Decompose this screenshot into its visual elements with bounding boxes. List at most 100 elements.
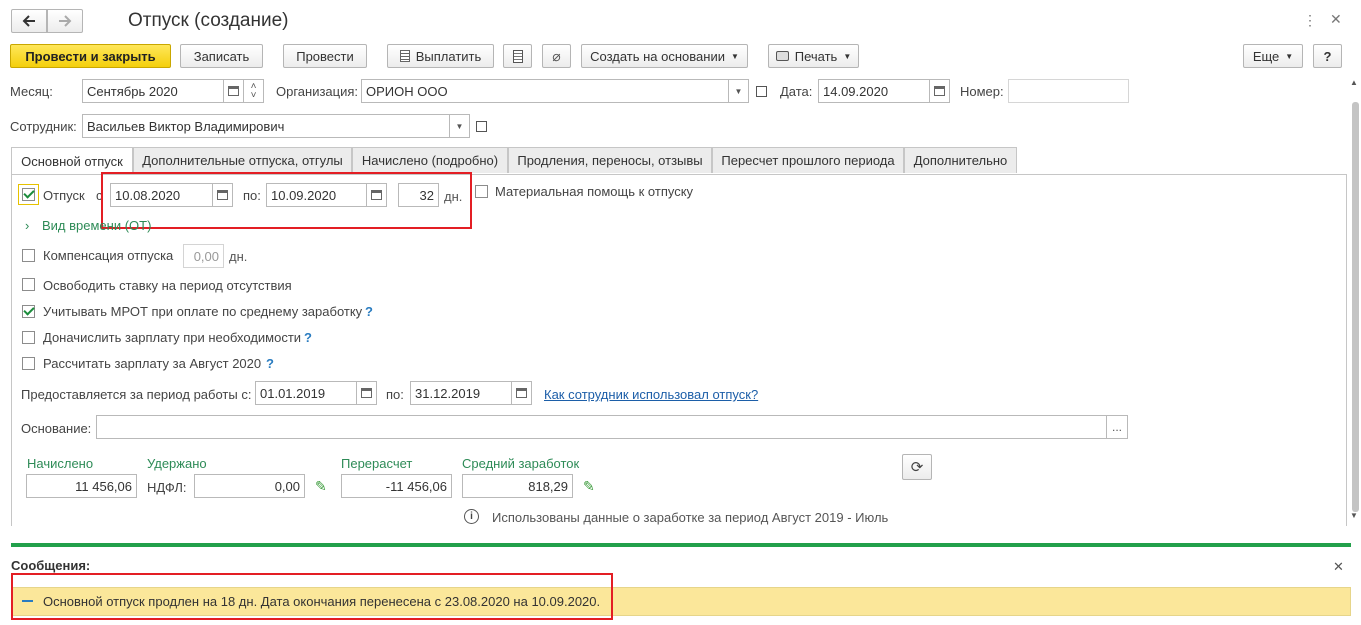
mrot-checkbox[interactable]: [22, 305, 35, 318]
refresh-button[interactable]: ⟳: [902, 454, 932, 480]
calendar-icon: [361, 388, 372, 398]
time-type-link[interactable]: Вид времени (ОТ): [42, 218, 151, 233]
basis-field[interactable]: [96, 415, 1107, 439]
free-rate-checkbox[interactable]: [22, 278, 35, 291]
pay-label: Выплатить: [415, 48, 482, 64]
employee-label: Сотрудник:: [10, 119, 77, 134]
number-field[interactable]: [1008, 79, 1129, 103]
mrot-label: Учитывать МРОТ при оплате по среднему за…: [43, 304, 363, 319]
close-icon[interactable]: ✕: [1330, 11, 1342, 28]
dropdown-arrow-icon: ▼: [455, 121, 464, 131]
print-button[interactable]: Печать ▼: [768, 44, 859, 68]
date-label: Дата:: [780, 84, 813, 99]
basis-select-button[interactable]: ...: [1106, 415, 1128, 439]
vacation-usage-link[interactable]: Как сотрудник использовал отпуск?: [544, 387, 758, 402]
number-label: Номер:: [960, 84, 1004, 99]
attach-button[interactable]: ⌀: [542, 44, 571, 68]
month-stepper[interactable]: ˄ ˅: [243, 79, 264, 103]
avg-earnings-field[interactable]: 818,29: [462, 474, 573, 498]
tab-additional[interactable]: Дополнительно: [904, 147, 1017, 173]
material-help-checkbox[interactable]: [475, 185, 488, 198]
date-field[interactable]: 14.09.2020: [818, 79, 930, 103]
back-button[interactable]: [11, 9, 47, 33]
message-highlight-box: [11, 573, 613, 620]
messages-title: Сообщения:: [11, 558, 91, 573]
calc-salary-checkbox[interactable]: [22, 357, 35, 370]
calendar-icon: [228, 86, 239, 96]
calendar-icon: [516, 388, 527, 398]
save-button[interactable]: Записать: [180, 44, 263, 68]
tab-recalculation[interactable]: Пересчет прошлого периода: [712, 147, 904, 173]
pay-icon: [399, 50, 410, 62]
month-field[interactable]: Сентябрь 2020: [82, 79, 224, 103]
organization-field[interactable]: ОРИОН ООО: [361, 79, 729, 103]
messages-close-icon[interactable]: ✕: [1333, 559, 1344, 575]
create-based-button[interactable]: Создать на основании ▼: [581, 44, 748, 68]
accrued-label: Начислено: [27, 456, 94, 471]
earnings-info-text: Использованы данные о заработке за перио…: [492, 510, 889, 525]
month-calendar-button[interactable]: [223, 79, 244, 103]
organization-dropdown-button[interactable]: ▼: [728, 79, 749, 103]
forward-button[interactable]: [47, 9, 83, 33]
organization-open-button[interactable]: [752, 79, 771, 103]
calculator-button[interactable]: [503, 44, 532, 68]
post-and-close-button[interactable]: Провести и закрыть: [10, 44, 171, 68]
period-from-field[interactable]: 01.01.2019: [255, 381, 357, 405]
edit-ndfl-icon[interactable]: ✎: [315, 478, 327, 495]
tab-extensions[interactable]: Продления, переносы, отзывы: [508, 147, 712, 173]
more-button[interactable]: Еще ▼: [1243, 44, 1303, 68]
period-to-calendar-button[interactable]: [511, 381, 532, 405]
date-calendar-button[interactable]: [929, 79, 950, 103]
ndfl-label: НДФЛ:: [147, 480, 187, 495]
employee-field[interactable]: Васильев Виктор Владимирович: [82, 114, 450, 138]
compensation-checkbox[interactable]: [22, 249, 35, 262]
vacation-label: Отпуск: [43, 188, 85, 203]
arrow-left-icon: [22, 15, 35, 27]
accrue-help-icon[interactable]: ?: [304, 330, 312, 345]
calc-salary-label: Рассчитать зарплату за Август 2020: [43, 356, 262, 371]
ndfl-field[interactable]: 0,00: [194, 474, 305, 498]
period-from-calendar-button[interactable]: [356, 381, 377, 405]
open-icon: [476, 120, 487, 132]
print-label: Печать: [794, 48, 838, 64]
dropdown-arrow-icon: ▼: [843, 51, 852, 61]
recalc-field[interactable]: -11 456,06: [341, 474, 452, 498]
edit-avg-earnings-icon[interactable]: ✎: [583, 478, 595, 495]
compensation-days-field[interactable]: 0,00: [183, 244, 224, 268]
help-button[interactable]: ?: [1313, 44, 1342, 68]
period-label: Предоставляется за период работы с:: [21, 387, 252, 402]
calendar-icon: [934, 86, 945, 96]
accrue-label: Доначислить зарплату при необходимости: [43, 330, 302, 345]
accrue-checkbox[interactable]: [22, 331, 35, 344]
withheld-label: Удержано: [147, 456, 207, 471]
dropdown-arrow-icon: ▼: [730, 51, 739, 61]
scroll-up-icon[interactable]: ▲: [1350, 78, 1358, 87]
accrued-field[interactable]: 11 456,06: [26, 474, 137, 498]
calc-salary-help-icon[interactable]: ?: [266, 356, 274, 371]
tab-additional-vacations[interactable]: Дополнительные отпуска, отгулы: [133, 147, 352, 173]
vacation-highlight-box: [101, 172, 472, 229]
more-label: Еще: [1252, 48, 1280, 64]
scroll-down-icon[interactable]: ▼: [1350, 511, 1358, 520]
recalc-label: Перерасчет: [341, 456, 413, 471]
mrot-help-icon[interactable]: ?: [365, 304, 373, 319]
employee-open-button[interactable]: [472, 114, 491, 138]
open-icon: [756, 85, 767, 97]
compensation-days-unit: дн.: [229, 249, 248, 264]
vacation-checkbox[interactable]: [22, 188, 35, 201]
arrow-right-icon: [59, 15, 72, 27]
employee-dropdown-button[interactable]: ▼: [449, 114, 470, 138]
more-menu-icon[interactable]: ⋮: [1303, 12, 1317, 29]
period-to-field[interactable]: 31.12.2019: [410, 381, 512, 405]
scrollbar-thumb[interactable]: [1352, 102, 1359, 512]
material-help-label: Материальная помощь к отпуску: [495, 184, 694, 199]
dropdown-arrow-icon: ▼: [1285, 51, 1294, 61]
calculator-icon: [512, 49, 523, 63]
chevron-right-icon[interactable]: ›: [25, 218, 29, 233]
period-to-label: по:: [386, 387, 404, 402]
pay-button[interactable]: Выплатить: [387, 44, 494, 68]
tab-accrued-details[interactable]: Начислено (подробно): [352, 147, 508, 173]
tab-main-vacation[interactable]: Основной отпуск: [11, 147, 133, 175]
refresh-icon: ⟳: [910, 459, 924, 476]
post-button[interactable]: Провести: [283, 44, 367, 68]
